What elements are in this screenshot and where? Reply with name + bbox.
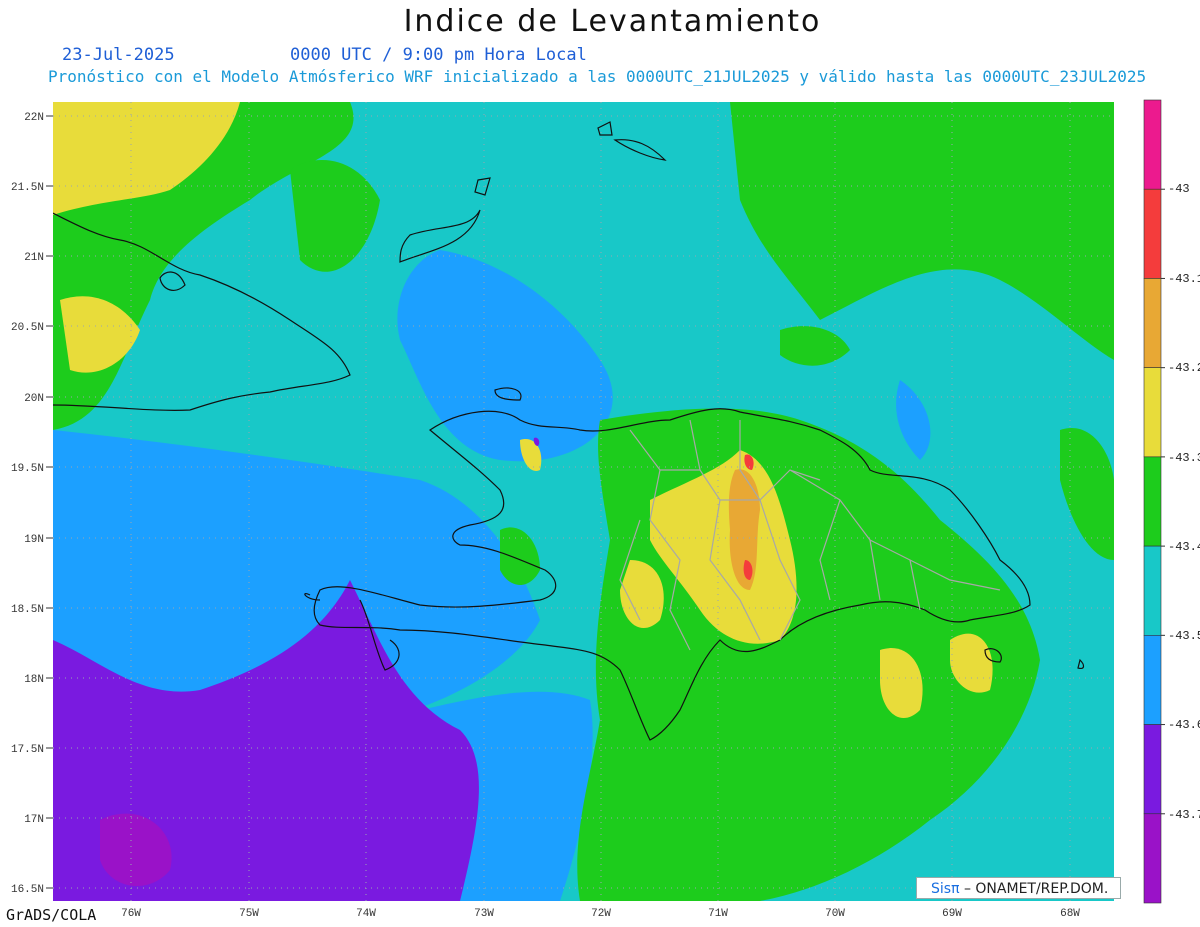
pi-symbol: π [951,881,960,897]
lat-16-5: 16.5N [11,884,44,896]
colorbar [1143,99,1165,904]
lifted-index-map: 22N 21.5N 21N 20.5N 20N 19.5N 19N 18.5N … [11,99,1200,920]
lat-20-5: 20.5N [11,322,44,334]
colorbar-segment [1143,456,1162,547]
cb-label-3: -43.3 [1168,451,1200,465]
lon-68: 68W [1060,908,1080,920]
colorbar-segment [1143,545,1162,636]
lat-17-5: 17.5N [11,744,44,756]
longitude-labels: 76W 75W 74W 73W 72W 71W 70W 69W 68W [121,908,1080,920]
lon-70: 70W [825,908,845,920]
cb-label-6: -43.6 [1168,718,1200,732]
colorbar-segment [1143,367,1162,458]
lon-75: 75W [239,908,259,920]
colorbar-segment [1143,724,1162,815]
field-shading [53,102,1114,901]
cb-label-5: -43.5 [1168,629,1200,643]
cb-label-7: -43.7 [1168,808,1200,822]
lat-19: 19N [24,534,44,546]
lat-20: 20N [24,393,44,405]
lat-18: 18N [24,674,44,686]
latitude-ticks [46,115,53,889]
lat-21: 21N [24,252,44,264]
lat-18-5: 18.5N [11,604,44,616]
credit-rest: – ONAMET/REP.DOM. [959,881,1109,897]
lat-21-5: 21.5N [11,182,44,194]
lon-72: 72W [591,908,611,920]
lon-69: 69W [942,908,962,920]
lon-71: 71W [708,908,728,920]
cb-label-0: -43 [1168,182,1190,196]
cb-label-4: -43.4 [1168,540,1200,554]
credit-box: Sisπ – ONAMET/REP.DOM. [916,877,1121,899]
lon-76: 76W [121,908,141,920]
grads-footer: GrADS/COLA [6,906,97,924]
colorbar-segment [1143,188,1162,279]
cb-label-1: -43.1 [1168,272,1200,286]
colorbar-segment [1143,278,1162,368]
latitude-labels: 22N 21.5N 21N 20.5N 20N 19.5N 19N 18.5N … [11,112,44,896]
credit-prefix: Sis [931,881,952,897]
colorbar-segment [1143,813,1162,904]
lon-73: 73W [474,908,494,920]
colorbar-labels: -43 -43.1 -43.2 -43.3 -43.4 -43.5 -43.6 … [1168,182,1200,822]
colorbar-segment [1143,635,1162,725]
lat-19-5: 19.5N [11,463,44,475]
cb-label-2: -43.2 [1168,361,1200,375]
lat-17: 17N [24,814,44,826]
lat-22: 22N [24,112,44,124]
colorbar-segment [1143,99,1162,190]
lon-74: 74W [356,908,376,920]
